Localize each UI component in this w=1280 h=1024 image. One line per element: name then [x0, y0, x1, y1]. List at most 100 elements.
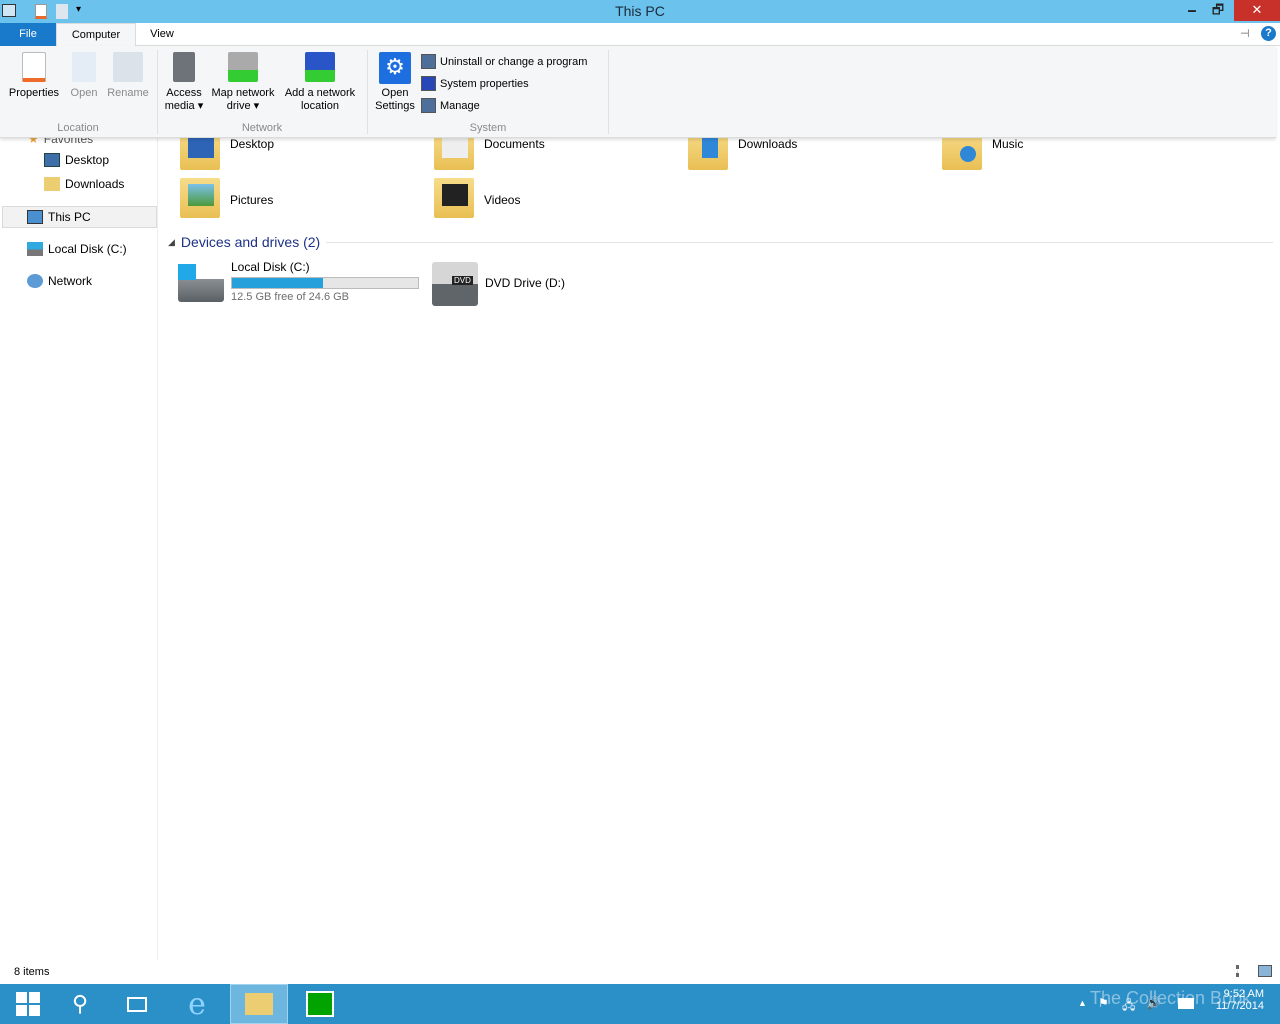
ribbon-tabs: File Computer View ⊣ ? — [0, 23, 1280, 46]
windows-logo-icon — [16, 992, 40, 1016]
devices-section-header[interactable]: ◢ Devices and drives (2) — [168, 234, 1273, 250]
map-drive-label: Map network — [211, 87, 275, 99]
nav-label: Downloads — [65, 177, 125, 191]
show-hidden-icons-button[interactable]: ▲ — [1078, 998, 1087, 1008]
videos-folder-icon — [434, 178, 474, 218]
media-icon — [173, 52, 195, 82]
folder-label: Downloads — [738, 137, 798, 151]
system-properties-button[interactable]: System properties — [421, 76, 529, 91]
access-media-button[interactable]: Access media ▾ — [162, 52, 206, 113]
search-icon: ⚲ — [71, 991, 89, 1016]
drive-local-disk[interactable]: Local Disk (C:) 12.5 GB free of 24.6 GB — [178, 260, 428, 306]
internet-explorer-button[interactable]: e — [169, 984, 225, 1024]
manage-icon — [421, 98, 436, 113]
minimize-button[interactable]: 🗕 — [1178, 0, 1206, 21]
item-count: 8 items — [14, 966, 50, 978]
nav-local-disk[interactable]: Local Disk (C:) — [27, 238, 127, 260]
uninstall-program-button[interactable]: Uninstall or change a program — [421, 54, 587, 69]
clock[interactable]: 9:52 AM 11/7/2014 — [1200, 988, 1264, 1012]
this-pc-icon — [27, 210, 43, 224]
keyboard-icon[interactable] — [1178, 998, 1194, 1009]
collapse-arrow-icon[interactable]: ◢ — [168, 237, 175, 248]
tab-view[interactable]: View — [140, 23, 184, 46]
help-icon[interactable]: ? — [1261, 26, 1276, 41]
section-title: Devices and drives (2) — [180, 234, 321, 250]
properties-button[interactable]: Properties — [6, 52, 62, 100]
action-center-flag-icon[interactable]: ⚑ — [1098, 996, 1109, 1010]
add-location-label: Add a network — [284, 87, 356, 99]
close-button[interactable]: ✕ — [1234, 0, 1280, 21]
rename-button[interactable]: Rename — [105, 52, 151, 100]
large-icons-view-icon[interactable] — [1258, 965, 1272, 977]
network-group-label: Network — [241, 122, 283, 134]
store-button[interactable] — [292, 984, 348, 1024]
system-properties-icon — [421, 76, 436, 91]
folder-label: Videos — [484, 193, 521, 207]
nav-label: Local Disk (C:) — [48, 242, 127, 256]
nav-desktop[interactable]: Desktop — [44, 149, 109, 171]
rename-label: Rename — [107, 87, 149, 99]
folder-label: Pictures — [230, 193, 274, 207]
task-view-button[interactable] — [109, 984, 165, 1024]
divider — [608, 50, 609, 134]
disk-usage-bar — [231, 277, 419, 289]
properties-icon — [22, 52, 46, 82]
network-location-icon — [305, 52, 335, 82]
nav-label: This PC — [48, 210, 91, 224]
pin-ribbon-icon[interactable]: ⊣ — [1240, 27, 1250, 40]
dvd-drive-icon: DVD — [432, 262, 478, 306]
system-properties-label: System properties — [440, 77, 529, 90]
search-button[interactable]: ⚲ — [52, 984, 108, 1024]
maximize-button[interactable]: 🗗 — [1204, 0, 1232, 21]
drive-label: Local Disk (C:) — [231, 260, 310, 274]
open-label: Open — [70, 87, 98, 99]
task-view-icon — [127, 996, 147, 1012]
nav-network[interactable]: Network — [27, 270, 92, 292]
nav-downloads[interactable]: Downloads — [44, 173, 124, 195]
network-drive-icon — [228, 52, 258, 82]
tab-computer[interactable]: Computer — [56, 23, 136, 46]
open-settings-label: Open — [381, 87, 409, 99]
network-icon — [27, 274, 43, 288]
open-icon — [72, 52, 96, 82]
folder-label: Desktop — [230, 137, 275, 151]
access-media-label-2: media ▾ — [164, 100, 204, 112]
local-disk-icon — [27, 242, 43, 256]
internet-explorer-icon: e — [188, 986, 206, 1022]
folder-videos[interactable]: Videos — [434, 178, 520, 218]
file-explorer-icon — [245, 993, 273, 1015]
properties-label: Properties — [8, 87, 60, 99]
open-settings-button[interactable]: ⚙ Open Settings — [372, 52, 418, 113]
nav-label: Network — [48, 274, 93, 288]
volume-icon[interactable]: 🔊 — [1146, 996, 1161, 1010]
open-button[interactable]: Open — [66, 52, 102, 100]
open-settings-label-2: Settings — [375, 100, 415, 112]
map-network-drive-button[interactable]: Map network drive ▾ — [207, 52, 279, 113]
network-tray-icon[interactable]: 🖧 — [1122, 996, 1135, 1017]
map-drive-label-2: drive ▾ — [226, 100, 260, 112]
divider — [326, 241, 1273, 243]
store-icon — [306, 991, 334, 1017]
system-group-label: System — [469, 122, 507, 134]
drive-free-space: 12.5 GB free of 24.6 GB — [231, 291, 350, 303]
nav-label: Desktop — [65, 153, 110, 167]
details-view-icon[interactable] — [1236, 965, 1250, 977]
start-button[interactable] — [0, 984, 56, 1024]
location-group-label: Location — [57, 122, 99, 134]
manage-button[interactable]: Manage — [421, 98, 480, 113]
folder-pictures[interactable]: Pictures — [180, 178, 273, 218]
disk-usage-fill — [232, 278, 324, 288]
rename-icon — [113, 52, 143, 82]
drive-dvd[interactable]: DVD DVD Drive (D:) — [432, 262, 632, 306]
uninstall-label: Uninstall or change a program — [440, 55, 588, 68]
desktop-icon — [44, 153, 60, 167]
folder-label: Music — [992, 137, 1024, 151]
nav-this-pc[interactable]: This PC — [2, 206, 157, 228]
window-title: This PC — [615, 3, 665, 19]
local-disk-icon — [178, 264, 224, 302]
downloads-folder-icon — [44, 177, 60, 191]
access-media-label: Access — [166, 87, 202, 99]
file-explorer-button[interactable] — [230, 984, 288, 1024]
tab-file[interactable]: File — [0, 23, 56, 46]
add-network-location-button[interactable]: Add a network location — [281, 52, 359, 113]
